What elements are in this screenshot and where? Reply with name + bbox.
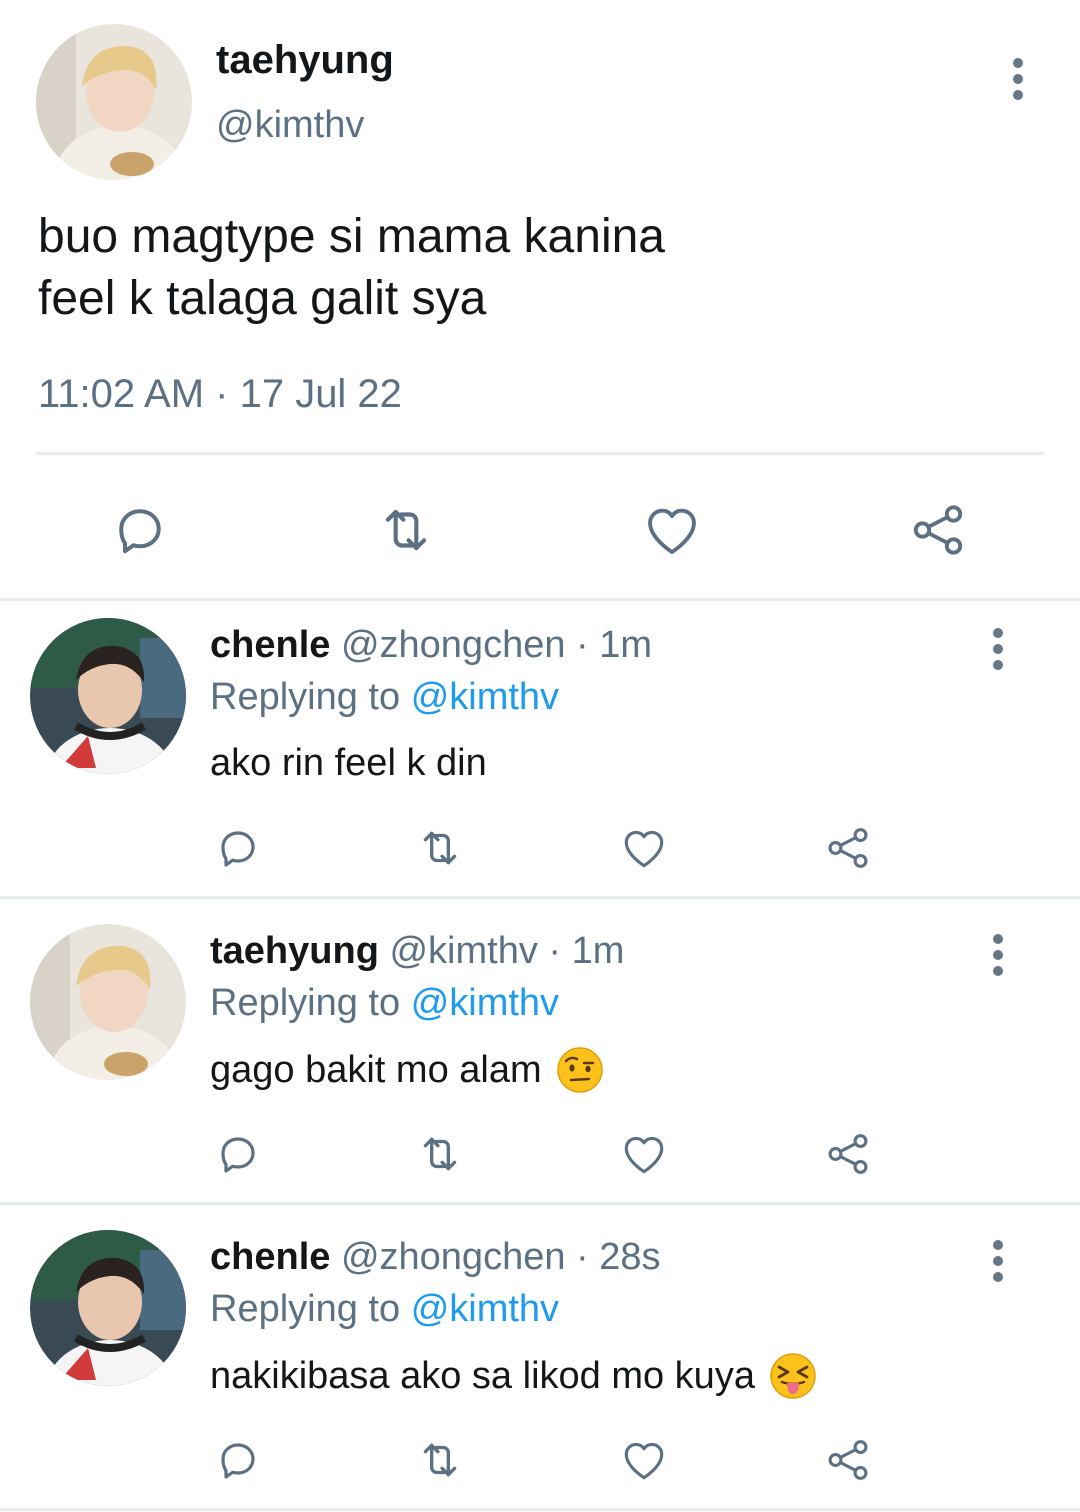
squinting-face-with-tongue-icon xyxy=(770,1353,816,1399)
share-icon xyxy=(828,1134,868,1174)
replying-to: Replying to @kimthv xyxy=(210,982,559,1025)
reply-button[interactable] xyxy=(212,1434,264,1486)
retweet-button[interactable] xyxy=(414,822,466,874)
replying-label: Replying to xyxy=(210,676,401,718)
divider xyxy=(0,1202,1080,1205)
reply-text-content: nakikibasa ako sa likod mo kuya xyxy=(210,1354,755,1397)
more-options-icon[interactable] xyxy=(990,934,1006,976)
replying-label: Replying to xyxy=(210,1288,401,1330)
replying-to: Replying to @kimthv xyxy=(210,1288,559,1331)
reply-text: ako rin feel k din xyxy=(210,742,487,785)
reply-text: gago bakit mo alam xyxy=(210,1046,604,1094)
share-icon xyxy=(828,1440,868,1480)
reply-button[interactable] xyxy=(104,494,176,566)
author-name[interactable]: chenle xyxy=(210,1236,330,1278)
author-handle[interactable]: @zhongchen xyxy=(341,624,566,666)
share-button[interactable] xyxy=(902,494,974,566)
reply-header: chenle @zhongchen · 28s xyxy=(210,1236,661,1279)
like-icon xyxy=(624,1136,664,1174)
avatar[interactable] xyxy=(30,618,186,774)
more-options-icon[interactable] xyxy=(990,1240,1006,1282)
divider xyxy=(0,1508,1080,1511)
divider xyxy=(0,598,1080,601)
mention-link[interactable]: @kimthv xyxy=(411,982,559,1024)
share-button[interactable] xyxy=(822,822,874,874)
reply-button[interactable] xyxy=(212,1128,264,1180)
retweet-button[interactable] xyxy=(370,494,442,566)
reply-header: chenle @zhongchen · 1m xyxy=(210,624,652,667)
avatar[interactable] xyxy=(30,1230,186,1386)
reply-header: taehyung @kimthv · 1m xyxy=(210,930,624,973)
retweet-icon xyxy=(385,509,427,551)
more-options-icon[interactable] xyxy=(990,628,1006,670)
like-button[interactable] xyxy=(636,494,708,566)
replying-to: Replying to @kimthv xyxy=(210,676,559,719)
replying-label: Replying to xyxy=(210,982,401,1024)
divider xyxy=(0,896,1080,899)
reply-text: nakikibasa ako sa likod mo kuya xyxy=(210,1352,817,1400)
share-button[interactable] xyxy=(822,1434,874,1486)
like-icon xyxy=(624,1442,664,1480)
mention-link[interactable]: @kimthv xyxy=(411,676,559,718)
avatar[interactable] xyxy=(30,924,186,1080)
reply-icon xyxy=(119,509,161,554)
reply-button[interactable] xyxy=(212,822,264,874)
tweet-text: buo magtype si mama kanina feel k talaga… xyxy=(38,210,665,325)
reply-icon xyxy=(221,1137,255,1173)
retweet-icon xyxy=(423,1137,457,1171)
divider xyxy=(36,452,1044,455)
reply-text-content: ako rin feel k din xyxy=(210,742,487,784)
avatar[interactable] xyxy=(36,24,192,180)
like-button[interactable] xyxy=(618,1434,670,1486)
retweet-icon xyxy=(423,831,457,865)
retweet-button[interactable] xyxy=(414,1434,466,1486)
share-icon xyxy=(828,828,868,868)
author-name[interactable]: taehyung xyxy=(216,38,394,83)
more-options-icon[interactable] xyxy=(1010,58,1026,100)
author-handle[interactable]: @kimthv xyxy=(216,104,364,147)
reply-text-content: gago bakit mo alam xyxy=(210,1048,542,1091)
author-name[interactable]: taehyung xyxy=(210,930,379,972)
reply-time: · 1m xyxy=(576,624,653,666)
like-icon xyxy=(624,830,664,868)
retweet-icon xyxy=(423,1443,457,1477)
like-icon xyxy=(648,508,696,554)
author-handle[interactable]: @zhongchen xyxy=(341,1236,566,1278)
reply-time: · 1m xyxy=(548,930,625,972)
face-with-raised-eyebrow-icon xyxy=(556,1047,603,1093)
share-button[interactable] xyxy=(822,1128,874,1180)
share-icon xyxy=(913,505,963,555)
like-button[interactable] xyxy=(618,822,670,874)
reply-icon xyxy=(221,831,255,867)
tweet-timestamp[interactable]: 11:02 AM · 17 Jul 22 xyxy=(38,372,402,417)
reply-time: · 28s xyxy=(576,1236,661,1278)
author-name[interactable]: chenle xyxy=(210,624,330,666)
author-handle[interactable]: @kimthv xyxy=(389,930,537,972)
reply-icon xyxy=(221,1443,255,1479)
mention-link[interactable]: @kimthv xyxy=(411,1288,559,1330)
like-button[interactable] xyxy=(618,1128,670,1180)
retweet-button[interactable] xyxy=(414,1128,466,1180)
